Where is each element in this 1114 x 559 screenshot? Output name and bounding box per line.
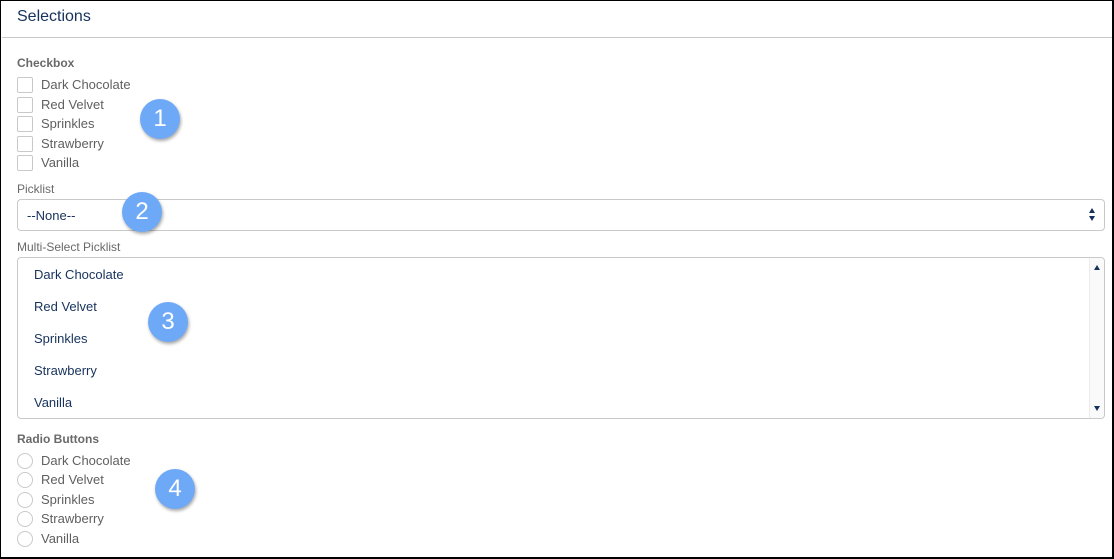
multiselect-scrollbar[interactable] <box>1089 258 1104 418</box>
callout-badge-1: 1 <box>140 99 180 139</box>
radio-circle[interactable] <box>17 530 33 547</box>
multiselect-listbox[interactable]: Dark Chocolate Red Velvet Sprinkles Stra… <box>17 257 1105 419</box>
checkbox-label: Red Velvet <box>41 97 104 112</box>
radio-label: Strawberry <box>41 511 104 526</box>
radio-label: Sprinkles <box>41 492 95 507</box>
radio-dark-chocolate[interactable]: Dark Chocolate <box>17 452 131 469</box>
checkbox-box[interactable] <box>17 96 33 113</box>
radio-sprinkles[interactable]: Sprinkles <box>17 491 94 508</box>
radio-label: Vanilla <box>41 531 80 546</box>
checkbox-sprinkles[interactable]: Sprinkles <box>17 115 94 132</box>
multiselect-option[interactable]: Red Velvet <box>34 299 97 314</box>
checkbox-label: Vanilla <box>41 155 80 170</box>
multiselect-option[interactable]: Dark Chocolate <box>34 267 124 282</box>
callout-badge-4: 4 <box>155 469 195 509</box>
radio-circle[interactable] <box>17 471 33 488</box>
checkbox-label: Dark Chocolate <box>41 77 131 92</box>
radio-strawberry[interactable]: Strawberry <box>17 510 104 527</box>
checkbox-vanilla[interactable]: Vanilla <box>17 154 79 171</box>
picklist-label: Picklist <box>17 182 55 196</box>
radio-label: Dark Chocolate <box>41 453 131 468</box>
callout-badge-2: 2 <box>122 192 162 232</box>
multiselect-option[interactable]: Sprinkles <box>34 331 87 346</box>
scroll-down-arrow-icon[interactable] <box>1094 406 1100 411</box>
multiselect-option[interactable]: Strawberry <box>34 363 97 378</box>
checkbox-box[interactable] <box>17 135 33 152</box>
multiselect-label: Multi-Select Picklist <box>17 240 121 254</box>
checkbox-dark-chocolate[interactable]: Dark Chocolate <box>17 76 131 93</box>
select-arrows-icon <box>1088 208 1096 224</box>
scroll-up-arrow-icon[interactable] <box>1094 265 1100 270</box>
checkbox-red-velvet[interactable]: Red Velvet <box>17 96 104 113</box>
radio-circle[interactable] <box>17 510 33 527</box>
radio-label: Red Velvet <box>41 472 104 487</box>
panel-title: Selections <box>17 8 91 25</box>
radio-circle[interactable] <box>17 452 33 469</box>
panel-header: Selections <box>2 2 1112 38</box>
checkbox-box[interactable] <box>17 76 33 93</box>
radio-circle[interactable] <box>17 491 33 508</box>
checkbox-label: Sprinkles <box>41 116 95 131</box>
picklist-select[interactable]: --None-- <box>17 199 1105 231</box>
checkbox-box[interactable] <box>17 154 33 171</box>
checkbox-strawberry[interactable]: Strawberry <box>17 135 104 152</box>
radio-vanilla[interactable]: Vanilla <box>17 530 79 547</box>
multiselect-option[interactable]: Vanilla <box>34 395 72 410</box>
radio-red-velvet[interactable]: Red Velvet <box>17 471 104 488</box>
picklist-selected-value: --None-- <box>27 208 76 223</box>
radio-section-label: Radio Buttons <box>17 432 99 446</box>
checkbox-section-label: Checkbox <box>17 56 75 70</box>
checkbox-label: Strawberry <box>41 136 104 151</box>
selections-panel: Selections Checkbox Dark Chocolate Red V… <box>0 0 1114 559</box>
checkbox-box[interactable] <box>17 115 33 132</box>
callout-badge-3: 3 <box>148 302 188 342</box>
